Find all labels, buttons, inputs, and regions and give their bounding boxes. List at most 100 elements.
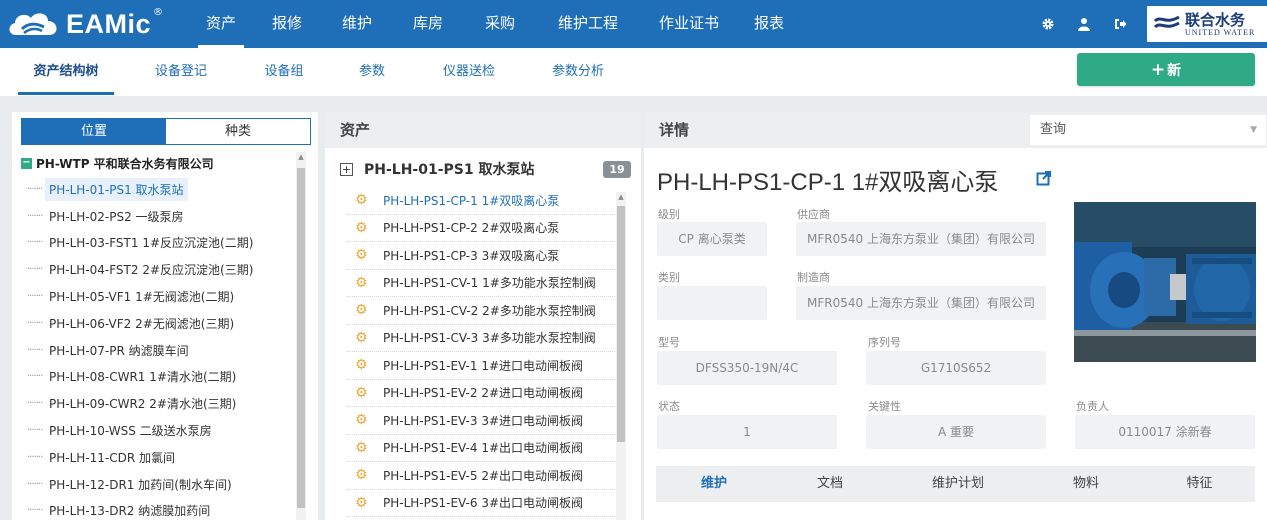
user-icon[interactable] [1066,0,1102,48]
query-placeholder: 查询 [1040,122,1067,137]
subnav-parameters[interactable]: 参数 [354,48,390,96]
asset-list-scrollbar[interactable]: ▲ [616,192,626,520]
top-nav-bar: EAMic ® 资产 报修 维护 库房 采购 维护工程 作业证书 报表 联合水务… [0,0,1267,48]
nav-work-certificates[interactable]: 作业证书 [640,0,738,48]
nav-maintenance[interactable]: 维护 [322,0,392,48]
tree-item[interactable]: ······· PH-LH-09-CWR2 2#清水池(三期) [12,390,294,417]
subnav-parameter-analysis[interactable]: 参数分析 [546,48,610,96]
supplier-field: MFR0540 上海东方泵业（集团）有限公司 [796,222,1046,256]
gears-icon: ⚙ [355,247,368,264]
gear-icon[interactable] [1030,0,1066,48]
app-logo[interactable]: EAMic ® [6,6,163,42]
asset-list-item[interactable]: ⚙ PH-LH-PS1-EV-2 2#进口电动闸板阀 [347,380,619,407]
tree-scrollbar[interactable]: ▲ [296,152,306,520]
criticality-field: A 重要 [866,415,1046,449]
tab-features[interactable]: 特征 [1144,466,1255,502]
tree-mode-toggle: 位置 种类 [21,118,311,145]
status-field: 1 [657,415,837,449]
gears-icon: ⚙ [355,329,368,346]
tab-category[interactable]: 种类 [166,119,310,144]
asset-detail-panel: 详情 查询 ▼ PH-LH-PS1-CP-1 1#双吸离心泵 级别 CP 离心泵… [644,112,1267,520]
tab-materials[interactable]: 物料 [1028,466,1144,502]
nav-purchasing[interactable]: 采购 [464,0,536,48]
asset-list-item[interactable]: ⚙ PH-LH-PS1-EV-1 1#进口电动闸板阀 [347,352,619,380]
asset-list-item[interactable]: ⚙ PH-LH-PS1-CP-2 2#双吸离心泵 [347,215,619,242]
main-nav: 资产 报修 维护 库房 采购 维护工程 作业证书 报表 [190,0,800,48]
subnav-equipment-group[interactable]: 设备组 [258,48,310,96]
tree-item[interactable]: ······· PH-LH-05-VF1 1#无阀滤池(二期) [12,283,294,310]
owner-field: 0110017 涂新春 [1075,415,1255,449]
tree-item[interactable]: ······· PH-LH-11-CDR 加氯间 [12,444,294,471]
gears-icon: ⚙ [355,274,368,291]
registered-mark: ® [153,6,164,18]
tree-root-node[interactable]: − PH-WTP 平和联合水务有限公司 [12,150,294,176]
asset-list-item[interactable]: ⚙ PH-LH-PS1-EV-3 3#进口电动闸板阀 [347,407,619,435]
asset-panel-title: 资产 [325,112,641,148]
asset-list-item[interactable]: ⚙ PH-LH-PS1-CV-3 3#多功能水泵控制阀 [347,325,619,352]
collapse-icon[interactable]: − [21,157,32,169]
tab-documents[interactable]: 文档 [772,466,888,502]
tree-item[interactable]: ······· PH-LH-07-PR 纳滤膜车间 [12,337,294,364]
asset-list-panel: 资产 + PH-LH-01-PS1 取水泵站 19 ⚙ PH-LH-PS1-CP-… [325,112,641,520]
nav-assets[interactable]: 资产 [190,0,252,48]
gears-icon: ⚙ [355,439,368,456]
model-field: DFSS350-19N/4C [657,351,837,385]
tree-item[interactable]: ······· PH-LH-13-DR2 纳滤膜加药间 [12,498,294,520]
asset-count-badge: 19 [603,161,631,178]
tree-scrollbar-thumb[interactable] [297,168,305,508]
cloud-logo-icon [9,13,57,35]
subnav-instrument-inspection[interactable]: 仪器送检 [438,48,500,96]
tab-maintenance[interactable]: 维护 [656,466,772,502]
level-label: 级别 [658,208,680,221]
tree-item[interactable]: ······· PH-LH-02-PS2 一级泵房 [12,203,294,230]
scroll-up-icon[interactable]: ▲ [296,152,306,162]
tree-item[interactable]: ······· PH-LH-10-WSS 二级送水泵房 [12,417,294,444]
expand-icon[interactable]: + [340,162,353,176]
tab-maintenance-plan[interactable]: 维护计划 [888,466,1028,502]
new-button-label: 新 [1167,62,1182,79]
united-water-brand: 联合水务 UNITED WATER [1147,6,1267,42]
asset-list-item[interactable]: ⚙ PH-LH-PS1-CP-3 3#双吸离心泵 [347,242,619,270]
scroll-up-icon[interactable]: ▲ [616,192,626,202]
tree-item[interactable]: ······· PH-LH-06-VF2 2#无阀滤池(三期) [12,310,294,337]
location-tree: − PH-WTP 平和联合水务有限公司 ······· PH-LH-01-PS1 … [12,150,294,520]
nav-reports[interactable]: 报表 [738,0,800,48]
query-select[interactable]: 查询 ▼ [1029,114,1267,146]
gears-icon: ⚙ [355,219,368,236]
asset-group-label: PH-LH-01-PS1 取水泵站 [364,162,535,178]
asset-list-item[interactable]: ⚙ PH-LH-PS1-CV-1 1#多功能水泵控制阀 [347,270,619,297]
level-field: CP 离心泵类 [657,222,767,256]
asset-group-row[interactable]: + PH-LH-01-PS1 取水泵站 19 [325,154,641,184]
brand-en-text: UNITED WATER [1185,27,1256,37]
category-field [657,286,767,320]
gears-icon: ⚙ [355,192,368,209]
nav-warehouse[interactable]: 库房 [392,0,464,48]
asset-list-item[interactable]: ⚙ PH-LH-PS1-EV-6 3#出口电动闸板阀 [347,490,619,517]
tree-item[interactable]: ······· PH-LH-08-CWR1 1#清水池(二期) [12,364,294,391]
subnav-asset-tree[interactable]: 资产结构树 [18,48,114,96]
gears-icon: ⚙ [355,494,368,511]
detail-title: 详情 [659,121,690,139]
logout-icon[interactable] [1102,0,1138,48]
new-button[interactable]: + 新 [1077,53,1255,86]
nav-maintenance-engineering[interactable]: 维护工程 [536,0,640,48]
asset-photo [1074,202,1256,362]
asset-scrollbar-thumb[interactable] [617,206,625,442]
serial-label: 序列号 [868,336,901,349]
external-link-icon[interactable] [1036,170,1052,186]
tree-item[interactable]: ······· PH-LH-12-DR1 加药间(制水车间) [12,471,294,498]
asset-list-item[interactable]: ⚙ PH-LH-PS1-EV-5 2#出口电动闸板阀 [347,462,619,490]
tree-item[interactable]: ······· PH-LH-01-PS1 取水泵站 [12,176,294,203]
brand-cn-text: 联合水务 [1185,10,1246,29]
tree-item[interactable]: ······· PH-LH-03-FST1 1#反应沉淀池(二期) [12,230,294,257]
tree-root-label: PH-WTP 平和联合水务有限公司 [36,156,214,171]
asset-list-item[interactable]: ⚙ PH-LH-PS1-CV-2 2#多功能水泵控制阀 [347,297,619,325]
tree-item[interactable]: ······· PH-LH-04-FST2 2#反应沉淀池(三期) [12,256,294,283]
tab-location[interactable]: 位置 [22,119,166,144]
asset-list-item[interactable]: ⚙ PH-LH-PS1-CP-1 1#双吸离心泵 [347,187,619,215]
subnav-equipment-registration[interactable]: 设备登记 [148,48,214,96]
nav-repair[interactable]: 报修 [252,0,322,48]
asset-list-item[interactable]: ⚙ PH-LH-PS1-EV-4 1#出口电动闸板阀 [347,435,619,462]
gears-icon: ⚙ [355,412,368,429]
serial-field: G1710S652 [866,351,1046,385]
